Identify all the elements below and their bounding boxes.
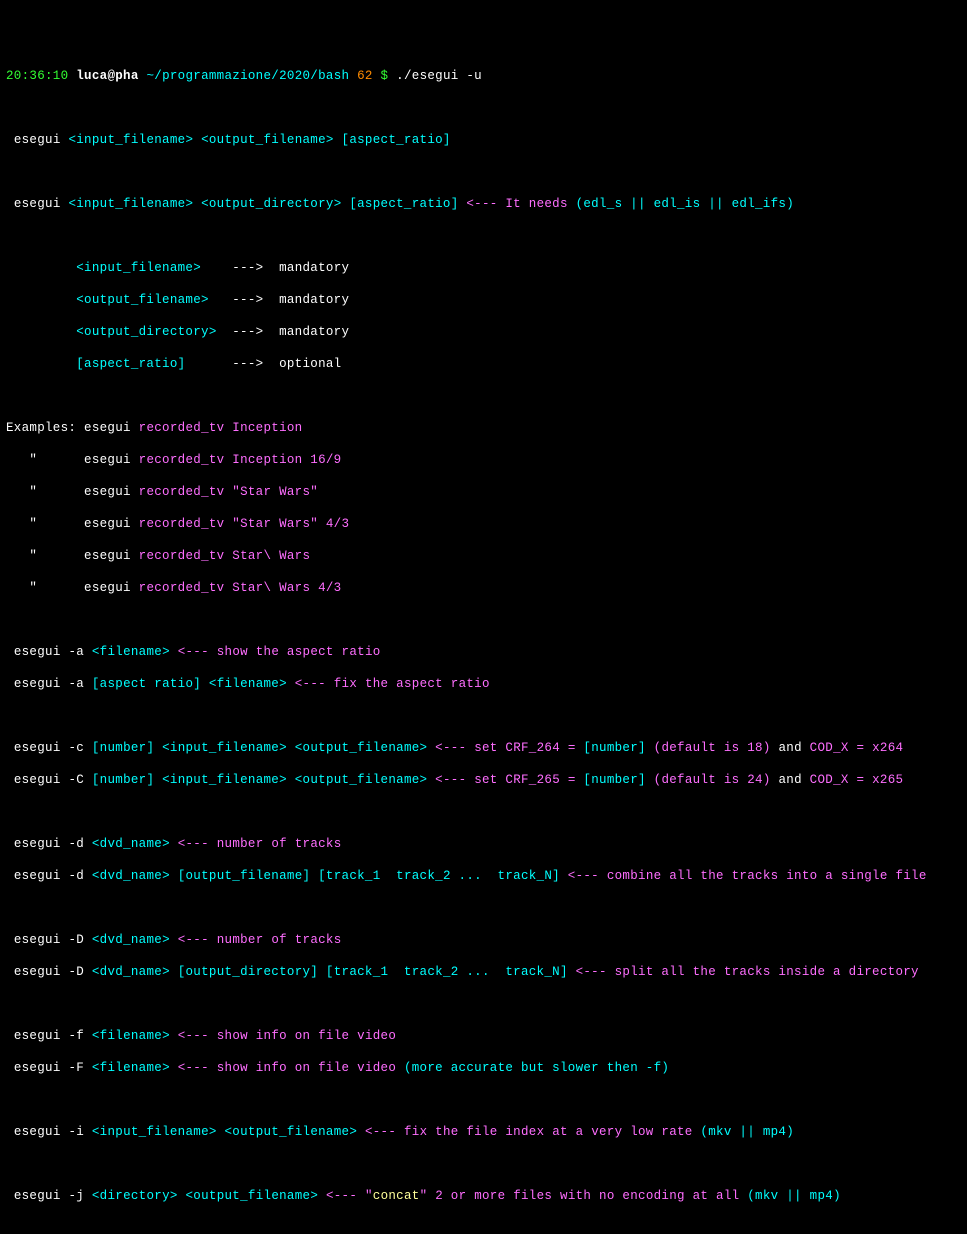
example-row: " esegui recorded_tv Star\ Wars 4/3 <box>6 580 961 596</box>
option-i-line: esegui -i <input_filename> <output_filen… <box>6 1124 961 1140</box>
time: 20:36:10 <box>6 69 68 83</box>
arg-row: <output_filename> ---> mandatory <box>6 292 961 308</box>
prompt-line[interactable]: 20:36:10 luca@pha ~/programmazione/2020/… <box>6 68 961 84</box>
prompt-dollar: $ <box>381 69 389 83</box>
usage-line-2: esegui <input_filename> <output_director… <box>6 196 961 212</box>
command: ./esegui -u <box>396 69 482 83</box>
option-j-line: esegui -j <directory> <output_filename> … <box>6 1188 961 1204</box>
arg-row: <output_directory> ---> mandatory <box>6 324 961 340</box>
option-C-line: esegui -C [number] <input_filename> <out… <box>6 772 961 788</box>
option-D-line: esegui -D <dvd_name> [output_directory] … <box>6 964 961 980</box>
arg-row: [aspect_ratio] ---> optional <box>6 356 961 372</box>
userhost: luca@pha <box>76 69 138 83</box>
option-f-line: esegui -f <filename> <--- show info on f… <box>6 1028 961 1044</box>
history-number: 62 <box>357 69 373 83</box>
usage-line-1: esegui <input_filename> <output_filename… <box>6 132 961 148</box>
examples-header: Examples: esegui recorded_tv Inception <box>6 420 961 436</box>
example-row: " esegui recorded_tv "Star Wars" 4/3 <box>6 516 961 532</box>
option-c-line: esegui -c [number] <input_filename> <out… <box>6 740 961 756</box>
option-a-line: esegui -a [aspect ratio] <filename> <---… <box>6 676 961 692</box>
option-D-line: esegui -D <dvd_name> <--- number of trac… <box>6 932 961 948</box>
example-row: " esegui recorded_tv Star\ Wars <box>6 548 961 564</box>
example-row: " esegui recorded_tv Inception 16/9 <box>6 452 961 468</box>
option-a-line: esegui -a <filename> <--- show the aspec… <box>6 644 961 660</box>
option-F-line: esegui -F <filename> <--- show info on f… <box>6 1060 961 1076</box>
option-d-line: esegui -d <dvd_name> [output_filename] [… <box>6 868 961 884</box>
arg-row: <input_filename> ---> mandatory <box>6 260 961 276</box>
option-d-line: esegui -d <dvd_name> <--- number of trac… <box>6 836 961 852</box>
example-row: " esegui recorded_tv "Star Wars" <box>6 484 961 500</box>
cwd: ~/programmazione/2020/bash <box>146 69 349 83</box>
